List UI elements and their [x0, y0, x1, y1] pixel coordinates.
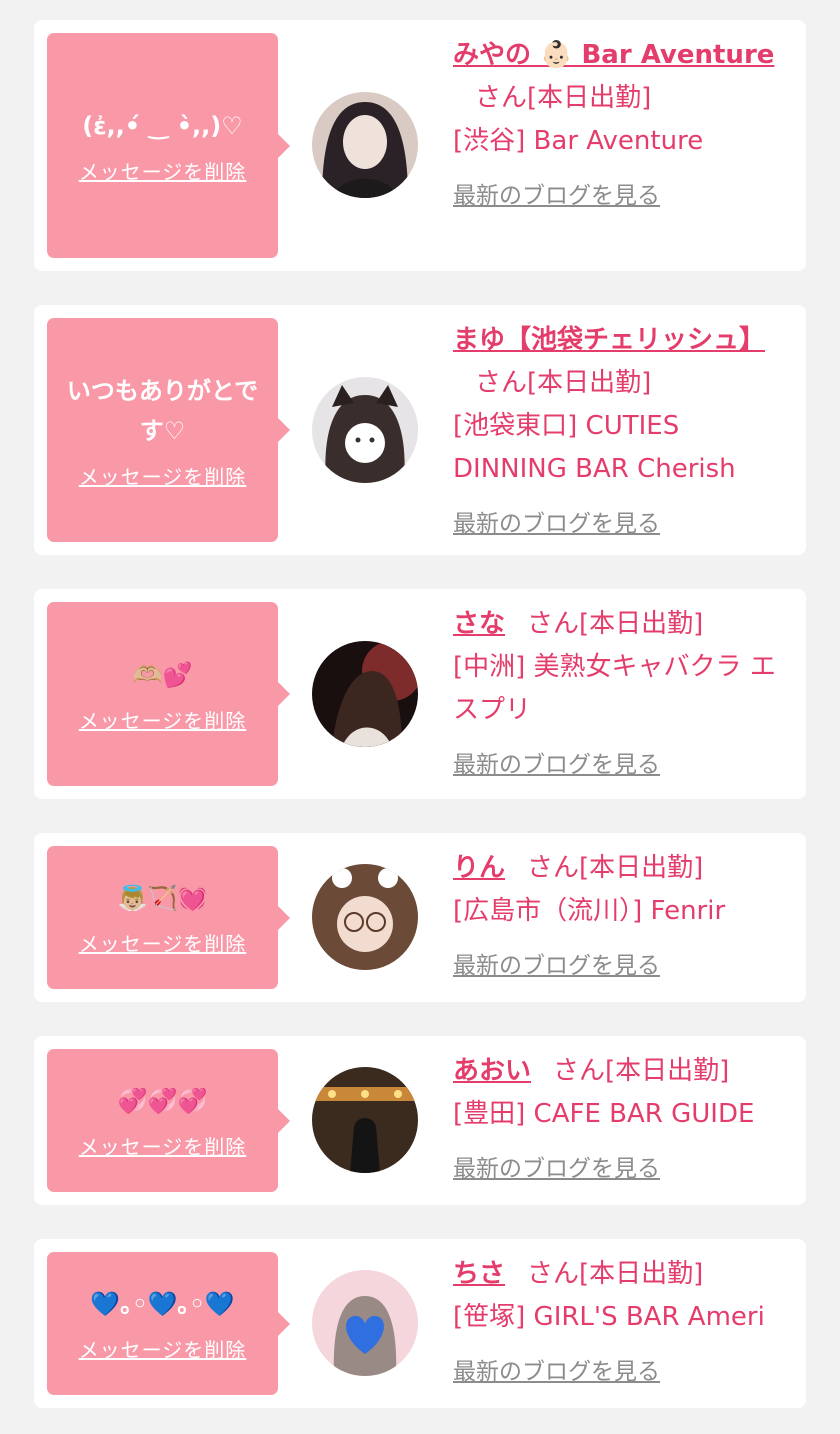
delete-message-link[interactable]: メッセージを削除	[79, 156, 247, 185]
message-card: 🫶🏼💕 メッセージを削除 さな さん[本日出勤] [中洲] 美熟女キャバクラ エス…	[34, 589, 806, 799]
shop-name: [池袋東口] CUTIES DINNING BAR Cherish	[453, 411, 736, 484]
cast-info: みやの 👶🏻 Bar Aventure さん[本日出勤] [渋谷] Bar Ave…	[453, 34, 793, 218]
cast-info: さな さん[本日出勤] [中洲] 美熟女キャバクラ エスプリ 最新のブログを見る	[453, 603, 793, 787]
latest-blog-link[interactable]: 最新のブログを見る	[453, 744, 793, 787]
message-bubble: 👼🏼🏹💓 メッセージを削除	[47, 846, 290, 989]
cast-avatar[interactable]	[312, 1067, 418, 1173]
delete-message-link[interactable]: メッセージを削除	[79, 705, 247, 734]
cast-status: さん[本日出勤]	[475, 83, 652, 113]
cast-avatar[interactable]	[312, 1270, 418, 1376]
cast-name-link[interactable]: さな	[453, 609, 505, 639]
latest-blog-link[interactable]: 最新のブログを見る	[453, 1351, 793, 1394]
shop-name: [渋谷] Bar Aventure	[453, 126, 704, 156]
message-text: (ἐ,,•́ ‿ •̀,,)♡	[82, 112, 243, 140]
cast-name-link[interactable]: みやの 👶🏻 Bar Aventure	[453, 40, 774, 70]
cast-avatar[interactable]	[312, 92, 418, 198]
cast-status: さん[本日出勤]	[475, 368, 652, 398]
shop-name: [笹塚] GIRL'S BAR Ameri	[453, 1302, 765, 1332]
latest-blog-link[interactable]: 最新のブログを見る	[453, 175, 793, 218]
message-card: 💙｡◦💙｡◦💙 メッセージを削除 ちさ さん[本日出勤] [笹塚] GIRL'S …	[34, 1239, 806, 1408]
message-bubble: 💞💞💞 メッセージを削除	[47, 1049, 290, 1192]
cast-status: さん[本日出勤]	[527, 609, 704, 639]
cast-info: ちさ さん[本日出勤] [笹塚] GIRL'S BAR Ameri 最新のブログを…	[453, 1253, 793, 1394]
message-card: (ἐ,,•́ ‿ •̀,,)♡ メッセージを削除 みやの 👶🏻 Bar Aven…	[34, 20, 806, 271]
cast-info: まゆ【池袋チェリッシュ】さん[本日出勤] [池袋東口] CUTIES DINNI…	[453, 319, 793, 546]
message-text: 💞💞💞	[117, 1087, 208, 1115]
message-bubble: いつもありがとです♡ メッセージを削除	[47, 318, 290, 542]
cast-info: りん さん[本日出勤] [広島市（流川）] Fenrir 最新のブログを見る	[453, 847, 793, 988]
cast-avatar[interactable]	[312, 641, 418, 747]
cast-avatar[interactable]	[312, 377, 418, 483]
message-text: 💙｡◦💙｡◦💙	[90, 1290, 235, 1318]
cast-status: さん[本日出勤]	[527, 1259, 704, 1289]
cast-name-link[interactable]: ちさ	[453, 1259, 505, 1289]
message-card: 💞💞💞 メッセージを削除 あおい さん[本日出勤] [豊田] CAFE BAR G…	[34, 1036, 806, 1205]
cast-avatar[interactable]	[312, 864, 418, 970]
message-text: 👼🏼🏹💓	[117, 884, 208, 912]
cast-info: あおい さん[本日出勤] [豊田] CAFE BAR GUIDE 最新のブログを見…	[453, 1050, 793, 1191]
cast-status: さん[本日出勤]	[553, 1056, 730, 1086]
latest-blog-link[interactable]: 最新のブログを見る	[453, 945, 793, 988]
delete-message-link[interactable]: メッセージを削除	[79, 1334, 247, 1363]
message-card: いつもありがとです♡ メッセージを削除 まゆ【池袋チェリッシュ】さん[本日出勤]…	[34, 305, 806, 555]
message-card: 👼🏼🏹💓 メッセージを削除 りん さん[本日出勤] [広島市（流川）] Fenri…	[34, 833, 806, 1002]
cast-name-link[interactable]: あおい	[453, 1056, 531, 1086]
message-text: 🫶🏼💕	[132, 660, 193, 689]
shop-name: [豊田] CAFE BAR GUIDE	[453, 1099, 755, 1129]
shop-name: [中洲] 美熟女キャバクラ エスプリ	[453, 652, 776, 725]
shop-name: [広島市（流川）] Fenrir	[453, 896, 726, 926]
message-bubble: (ἐ,,•́ ‿ •̀,,)♡ メッセージを削除	[47, 33, 290, 258]
cast-name-link[interactable]: まゆ【池袋チェリッシュ】	[453, 325, 765, 355]
message-list: (ἐ,,•́ ‿ •̀,,)♡ メッセージを削除 みやの 👶🏻 Bar Aven…	[0, 0, 840, 1434]
cast-name-link[interactable]: りん	[453, 853, 505, 883]
latest-blog-link[interactable]: 最新のブログを見る	[453, 1148, 793, 1191]
delete-message-link[interactable]: メッセージを削除	[79, 1131, 247, 1160]
message-bubble: 🫶🏼💕 メッセージを削除	[47, 602, 290, 786]
cast-status: さん[本日出勤]	[527, 853, 704, 883]
message-bubble: 💙｡◦💙｡◦💙 メッセージを削除	[47, 1252, 290, 1395]
message-text: いつもありがとです♡	[66, 376, 259, 445]
delete-message-link[interactable]: メッセージを削除	[79, 928, 247, 957]
latest-blog-link[interactable]: 最新のブログを見る	[453, 503, 793, 546]
delete-message-link[interactable]: メッセージを削除	[79, 461, 247, 490]
